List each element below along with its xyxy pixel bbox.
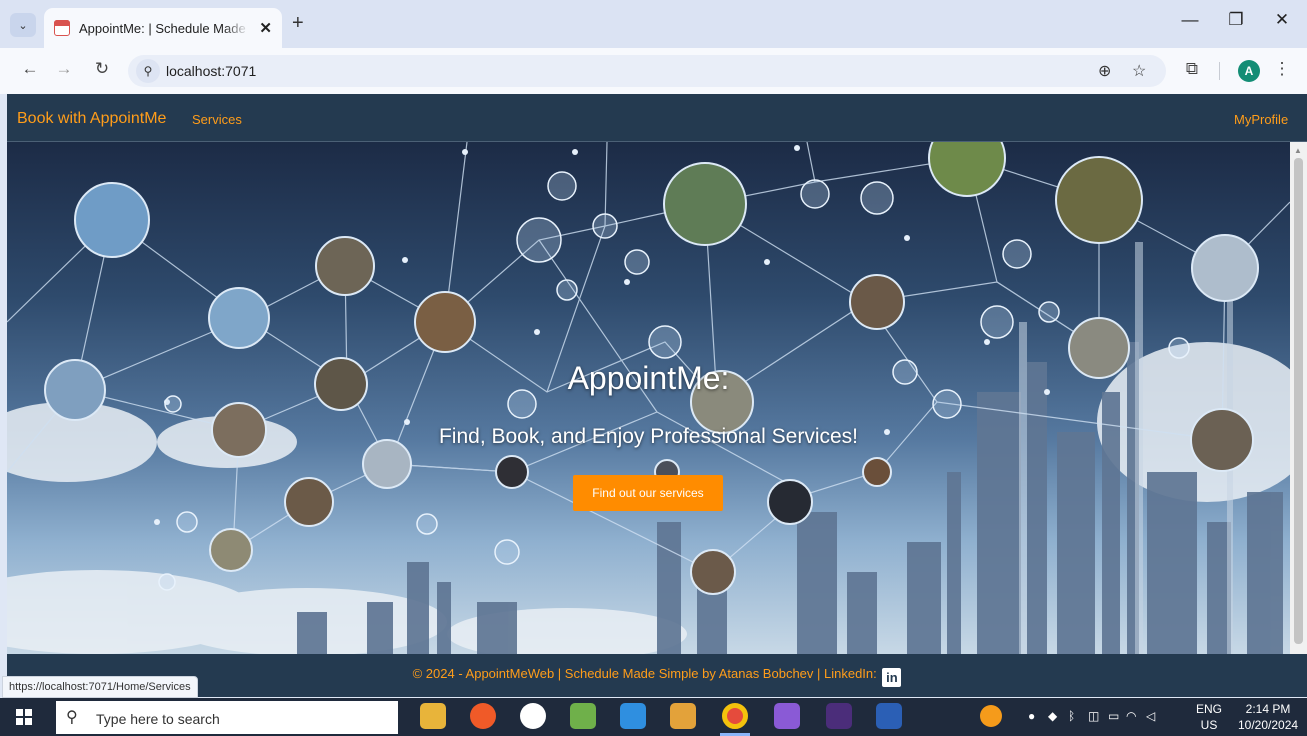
tab-search-button[interactable]: ⌄: [10, 13, 36, 37]
url-text[interactable]: localhost:7071: [166, 63, 256, 79]
region-code: US: [1200, 718, 1218, 732]
page-viewport: Book with AppointMe Services MyProfile A…: [7, 94, 1307, 697]
profile-avatar[interactable]: A: [1238, 60, 1260, 82]
browser-toolbar: ← → ↻ ⚲ localhost:7071 ⊕ ☆ ⧉ A ⋮: [0, 48, 1307, 94]
language-code: ENG: [1196, 702, 1223, 716]
toolbar-divider: [1219, 62, 1220, 80]
wifi-icon[interactable]: ◠: [1126, 709, 1136, 723]
visual-studio-icon[interactable]: [774, 703, 800, 729]
battery-icon[interactable]: ▭: [1108, 709, 1119, 723]
nav-link-my-profile[interactable]: MyProfile: [1234, 112, 1288, 127]
page-scrollbar[interactable]: ▲: [1290, 142, 1307, 654]
restore-window-icon[interactable]: ❐: [1221, 10, 1251, 30]
kebab-menu-icon[interactable]: ⋮: [1270, 59, 1294, 79]
hero-subtitle: Find, Book, and Enjoy Professional Servi…: [438, 425, 859, 448]
tab-title: AppointMe: | Schedule Made Si: [79, 20, 249, 36]
clock-time: 2:14 PM: [1245, 702, 1291, 716]
site-info-icon[interactable]: ⚲: [136, 59, 160, 83]
minimize-window-icon[interactable]: —: [1175, 10, 1205, 30]
language-indicator[interactable]: ENG US: [1196, 701, 1222, 733]
forward-arrow-icon[interactable]: →: [52, 59, 76, 79]
address-bar[interactable]: ⚲ localhost:7071 ⊕ ☆: [128, 55, 1166, 87]
close-tab-icon[interactable]: ✕: [259, 19, 272, 37]
terminal-icon[interactable]: [826, 703, 852, 729]
scroll-thumb[interactable]: [1294, 158, 1303, 644]
paint-icon[interactable]: [670, 703, 696, 729]
search-icon: ⚲: [66, 709, 78, 726]
notepad-icon[interactable]: [570, 703, 596, 729]
nav-link-services[interactable]: Services: [192, 112, 242, 127]
meet-now-icon[interactable]: ◫: [1088, 709, 1099, 723]
word-icon[interactable]: [876, 703, 902, 729]
site-footer: © 2024 - AppointMeWeb | Schedule Made Si…: [7, 654, 1307, 697]
scroll-up-arrow-icon[interactable]: ▲: [1294, 146, 1302, 155]
site-navbar: Book with AppointMe Services MyProfile: [7, 94, 1307, 142]
hero-section: AppointMe: Find, Book, and Enjoy Profess…: [7, 142, 1290, 654]
windows-taskbar: ⚲ Type here to search ● ◆ ᛒ ◫ ▭ ◠ ◁ ENG …: [0, 698, 1307, 736]
footer-text: © 2024 - AppointMeWeb | Schedule Made Si…: [412, 666, 877, 681]
extensions-puzzle-icon[interactable]: ⧉: [1180, 59, 1204, 79]
reload-icon[interactable]: ↻: [90, 59, 114, 79]
browser-tab[interactable]: AppointMe: | Schedule Made Si ✕: [44, 8, 282, 48]
chrome-icon[interactable]: [722, 703, 748, 729]
network-nodes: [154, 145, 1050, 525]
linkedin-icon[interactable]: in: [882, 668, 902, 687]
back-arrow-icon[interactable]: ←: [18, 59, 42, 79]
chevron-down-icon: ⌄: [18, 19, 28, 32]
site-brand-link[interactable]: Book with AppointMe: [17, 110, 166, 128]
taskbar-clock[interactable]: 2:14 PM 10/20/2024: [1238, 701, 1298, 733]
vscode-icon[interactable]: [620, 703, 646, 729]
brave-icon[interactable]: [470, 703, 496, 729]
taskbar-search-box[interactable]: ⚲ Type here to search: [56, 701, 398, 734]
bluetooth-icon[interactable]: ᛒ: [1068, 709, 1075, 723]
file-explorer-icon[interactable]: [420, 703, 446, 729]
search-placeholder: Type here to search: [96, 711, 220, 727]
security-tray-icon[interactable]: ◆: [1048, 709, 1057, 723]
close-window-icon[interactable]: ✕: [1267, 10, 1297, 30]
windows-start-icon[interactable]: [16, 709, 32, 725]
mongodb-compass-icon[interactable]: [520, 703, 546, 729]
calendar-favicon-icon: [54, 20, 70, 36]
browser-tabstrip: ⌄ AppointMe: | Schedule Made Si ✕ + — ❐ …: [0, 0, 1307, 48]
link-status-bubble: https://localhost:7071/Home/Services: [2, 676, 198, 698]
hero-title: AppointMe:: [567, 360, 730, 396]
chrome-tray-icon[interactable]: ●: [1028, 709, 1035, 723]
volume-icon[interactable]: ◁: [1146, 709, 1155, 723]
weather-icon[interactable]: [980, 705, 1002, 727]
zoom-icon[interactable]: ⊕: [1098, 61, 1111, 81]
clock-date: 10/20/2024: [1238, 718, 1299, 732]
bookmark-star-icon[interactable]: ☆: [1132, 61, 1146, 81]
new-tab-button[interactable]: +: [292, 12, 304, 35]
hero-background-image: [7, 142, 1290, 654]
find-services-button[interactable]: Find out our services: [573, 475, 723, 511]
